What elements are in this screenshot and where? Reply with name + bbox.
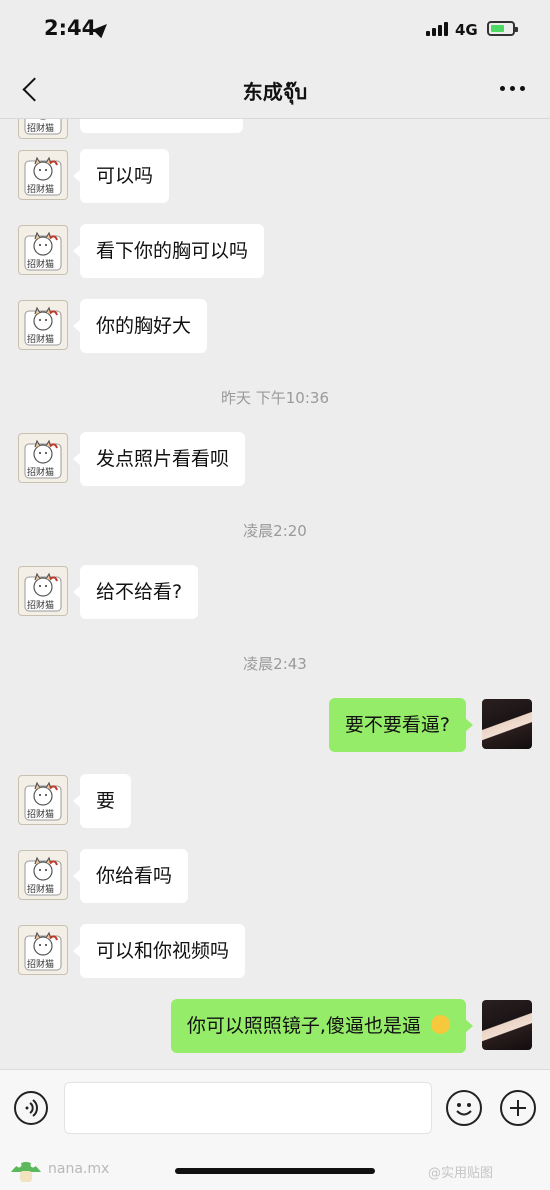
contact-avatar[interactable]: 招财猫 — [18, 566, 68, 616]
message-bubble-incoming[interactable]: 看下你的胸可以吗 — [72, 224, 265, 278]
message-bubble-incoming[interactable]: 给不给看? — [72, 565, 199, 619]
message-timestamp: 昨天 下午10:36 — [221, 389, 329, 407]
mushroom-logo-icon — [8, 1156, 44, 1184]
message-bubble-incoming[interactable]: 可以吗 — [72, 149, 170, 203]
message-bubble-partial[interactable] — [80, 119, 243, 133]
svg-text:招财猫: 招财猫 — [27, 122, 54, 134]
status-bar: 2:44 4G — [0, 0, 550, 60]
emoji-icon[interactable] — [446, 1090, 482, 1126]
watermark-left: nana.mx — [48, 1161, 110, 1177]
contact-avatar[interactable]: 招财猫 — [18, 850, 68, 900]
contact-avatar[interactable]: 招财猫 — [18, 225, 68, 275]
svg-text:招财猫: 招财猫 — [27, 808, 54, 820]
svg-text:招财猫: 招财猫 — [27, 183, 54, 195]
svg-text:招财猫: 招财猫 — [27, 599, 54, 611]
home-indicator[interactable] — [175, 1168, 375, 1174]
network-type: 4G — [455, 21, 478, 39]
chat-title: 东成จุ๊บ — [242, 80, 308, 104]
svg-text:招财猫: 招财猫 — [27, 958, 54, 970]
message-bubble-incoming[interactable]: 可以和你视频吗 — [72, 924, 246, 978]
contact-avatar[interactable]: 招财猫 — [18, 119, 68, 139]
plus-icon[interactable] — [500, 1090, 536, 1126]
chat-header: 东成จุ๊บ — [0, 60, 550, 119]
more-dots-icon[interactable] — [496, 76, 530, 100]
voice-icon[interactable] — [14, 1091, 48, 1125]
contact-avatar[interactable]: 招财猫 — [18, 433, 68, 483]
status-time: 2:44 — [44, 16, 97, 40]
contact-avatar[interactable]: 招财猫 — [18, 150, 68, 200]
message-bubble-incoming[interactable]: 你的胸好大 — [72, 299, 208, 353]
watermark-right: @实用贴图 — [428, 1166, 494, 1181]
svg-text:招财猫: 招财猫 — [27, 883, 54, 895]
contact-avatar[interactable]: 招财猫 — [18, 925, 68, 975]
message-bubble-incoming[interactable]: 你给看吗 — [72, 849, 189, 903]
back-chevron-icon[interactable] — [18, 74, 46, 104]
input-bar: nana.mx @实用贴图 — [0, 1069, 550, 1190]
self-avatar[interactable] — [482, 699, 532, 749]
message-bubble-outgoing[interactable]: 你可以照照镜子,傻逼也是逼 — [170, 999, 474, 1053]
message-input[interactable] — [64, 1082, 432, 1134]
svg-text:招财猫: 招财猫 — [27, 466, 54, 478]
chat-message-list[interactable]: 招财猫 招财猫 可以吗 招财猫 看下你的胸可以吗 招财猫 你的胸好大 昨天 下午… — [0, 119, 550, 1069]
message-bubble-outgoing[interactable]: 要不要看逼? — [328, 698, 474, 752]
svg-text:招财猫: 招财猫 — [27, 258, 54, 270]
signal-icon — [426, 22, 450, 36]
message-bubble-incoming[interactable]: 要 — [72, 774, 132, 828]
svg-text:招财猫: 招财猫 — [27, 333, 54, 345]
message-timestamp: 凌晨2:20 — [243, 522, 307, 540]
message-text: 你可以照照镜子,傻逼也是逼 — [186, 1015, 421, 1037]
smile-emoji-icon — [431, 1015, 450, 1034]
message-bubble-incoming[interactable]: 发点照片看看呗 — [72, 432, 246, 486]
contact-avatar[interactable]: 招财猫 — [18, 300, 68, 350]
message-timestamp: 凌晨2:43 — [243, 655, 307, 673]
battery-icon — [487, 21, 518, 36]
self-avatar[interactable] — [482, 1000, 532, 1050]
contact-avatar[interactable]: 招财猫 — [18, 775, 68, 825]
